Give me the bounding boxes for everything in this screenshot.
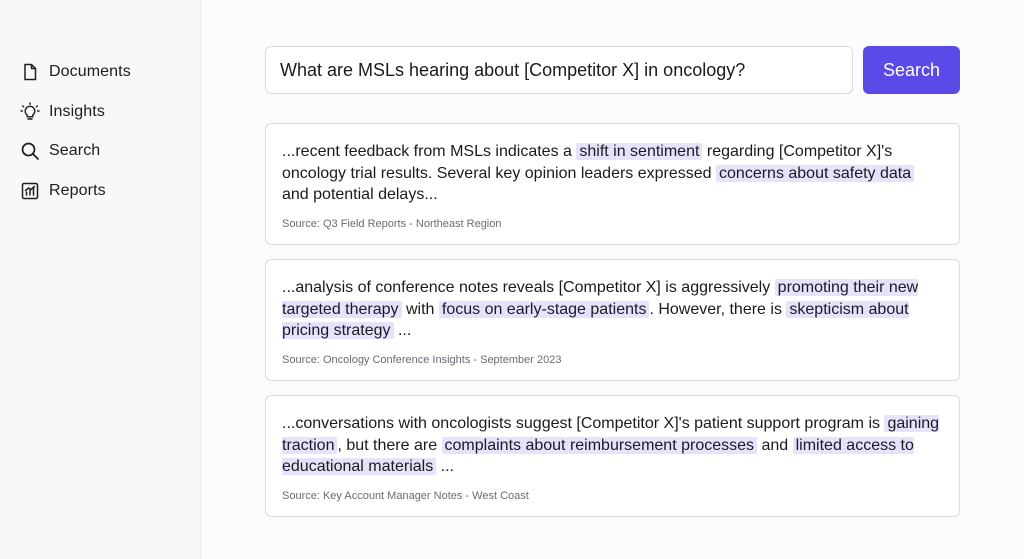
document-icon (20, 62, 40, 82)
highlight-phrase: concerns about safety data (716, 164, 915, 182)
sidebar-item-reports[interactable]: Reports (20, 177, 131, 205)
sidebar-nav: Documents Insights Search Reports (20, 58, 131, 217)
excerpt-text: , but there are (337, 436, 442, 454)
sidebar-item-label: Insights (49, 102, 105, 120)
sidebar-item-label: Reports (49, 182, 106, 200)
result-source: Source: Q3 Field Reports - Northeast Reg… (282, 217, 502, 230)
excerpt-text: and potential delays... (282, 186, 438, 203)
excerpt-text: ...recent feedback from MSLs indicates a (282, 143, 577, 160)
sidebar-item-search[interactable]: Search (20, 137, 131, 165)
app-window: Documents Insights Search Reports What a… (0, 0, 1024, 559)
result-card[interactable]: ...recent feedback from MSLs indicates a… (265, 123, 960, 245)
excerpt-text: and (757, 436, 793, 454)
excerpt-text: ...analysis of conference notes reveals … (282, 279, 775, 296)
highlight-phrase: shift in sentiment (576, 143, 703, 160)
search-button[interactable]: Search (863, 46, 960, 94)
lightbulb-icon (20, 101, 40, 122)
highlight-phrase: focus on early-stage patients (438, 300, 650, 318)
main-content: Search ...recent feedback from MSLs indi… (201, 0, 1024, 559)
result-excerpt: ...recent feedback from MSLs indicates a… (282, 141, 943, 206)
excerpt-text: with (401, 300, 439, 318)
result-card[interactable]: ...conversations with oncologists sugges… (265, 395, 960, 517)
result-source: Source: Key Account Manager Notes - West… (282, 489, 529, 502)
sidebar: Documents Insights Search Reports (0, 0, 201, 559)
sidebar-item-label: Search (49, 142, 101, 160)
result-excerpt: ...conversations with oncologists sugges… (282, 413, 943, 478)
excerpt-text: ... (393, 322, 412, 339)
result-excerpt: ...analysis of conference notes reveals … (282, 277, 943, 342)
sidebar-item-insights[interactable]: Insights (20, 98, 131, 126)
highlight-phrase: complaints about reimbursement processes (441, 436, 758, 454)
sidebar-item-label: Documents (49, 63, 131, 80)
excerpt-text: ... (436, 458, 454, 475)
result-source: Source: Oncology Conference Insights - S… (282, 353, 562, 366)
result-card[interactable]: ...analysis of conference notes reveals … (265, 259, 960, 381)
excerpt-text: . However, there is (649, 300, 787, 318)
sidebar-item-documents[interactable]: Documents (20, 58, 131, 86)
search-icon (20, 141, 40, 161)
chart-icon (20, 181, 40, 201)
search-input[interactable] (265, 46, 853, 94)
excerpt-text: ...conversations with oncologists sugges… (282, 415, 885, 432)
